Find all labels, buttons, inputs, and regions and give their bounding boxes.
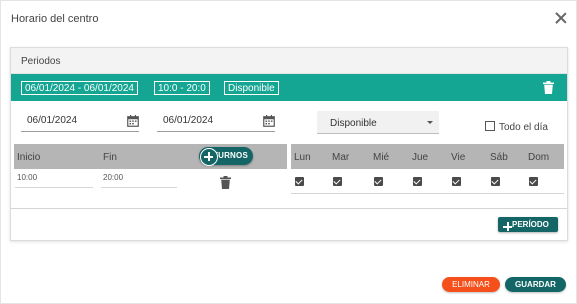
end-date-field[interactable]: 06/01/2024 bbox=[157, 114, 275, 132]
delete-button[interactable]: ELIMINAR bbox=[442, 277, 500, 292]
trash-icon[interactable] bbox=[543, 81, 554, 94]
day-header: Vie bbox=[451, 152, 466, 163]
availability-select[interactable]: Disponible bbox=[317, 111, 439, 134]
day-checkbox[interactable] bbox=[529, 177, 538, 186]
day-header: Mar bbox=[332, 152, 350, 163]
save-button[interactable]: GUARDAR bbox=[505, 277, 566, 292]
day-checkbox[interactable] bbox=[452, 177, 461, 186]
plus-icon bbox=[503, 222, 512, 231]
day-checkbox[interactable] bbox=[374, 177, 383, 186]
day-header: Jue bbox=[412, 152, 429, 163]
chevron-down-icon bbox=[427, 121, 433, 124]
horario-dialog: Horario del centro Periodos 06/01/2024 -… bbox=[0, 0, 577, 304]
periods-title: Periodos bbox=[21, 56, 61, 67]
card-divider bbox=[11, 208, 567, 209]
availability-value: Disponible bbox=[330, 118, 377, 129]
add-circle-icon[interactable] bbox=[200, 148, 218, 166]
day-checkbox[interactable] bbox=[295, 177, 304, 186]
end-column-header: Fin bbox=[103, 152, 117, 163]
periods-header: Periodos bbox=[11, 48, 567, 74]
day-checkbox[interactable] bbox=[491, 177, 500, 186]
period-summary-bar[interactable]: 06/01/2024 - 06/01/2024 10:0 - 20:0 Disp… bbox=[11, 74, 567, 101]
add-period-label: PERÍODO bbox=[512, 220, 549, 229]
calendar-icon[interactable] bbox=[127, 115, 139, 127]
calendar-icon[interactable] bbox=[263, 115, 275, 127]
day-header: Lun bbox=[294, 152, 311, 163]
start-date-field[interactable]: 06/01/2024 bbox=[21, 114, 139, 132]
close-icon[interactable] bbox=[553, 10, 569, 26]
shift-end-value[interactable]: 20:00 bbox=[103, 173, 123, 182]
days-row-underline bbox=[291, 193, 564, 194]
day-header: Mié bbox=[373, 152, 390, 163]
trash-icon[interactable] bbox=[220, 176, 231, 189]
shift-end-underline bbox=[101, 187, 177, 188]
all-day-checkbox[interactable] bbox=[485, 121, 495, 131]
add-shift-label: TURNOS bbox=[213, 151, 248, 160]
start-column-header: Inicio bbox=[17, 152, 41, 163]
shift-start-value[interactable]: 10:00 bbox=[17, 173, 37, 182]
day-header: Dom bbox=[528, 152, 550, 163]
shift-start-underline bbox=[15, 187, 93, 188]
periods-card: Periodos 06/01/2024 - 06/01/2024 10:0 - … bbox=[10, 47, 568, 241]
day-checkbox[interactable] bbox=[333, 177, 342, 186]
status-chip: Disponible bbox=[224, 81, 279, 95]
end-date-value: 06/01/2024 bbox=[163, 115, 214, 126]
dialog-title: Horario del centro bbox=[11, 13, 99, 25]
all-day-label: Todo el día bbox=[499, 122, 548, 133]
start-date-value: 06/01/2024 bbox=[27, 115, 78, 126]
add-period-button[interactable]: PERÍODO bbox=[498, 217, 558, 232]
date-range-chip: 06/01/2024 - 06/01/2024 bbox=[21, 81, 138, 95]
day-checkbox[interactable] bbox=[413, 177, 422, 186]
time-range-chip: 10:0 - 20:0 bbox=[154, 81, 210, 95]
day-header: Sáb bbox=[490, 152, 508, 163]
